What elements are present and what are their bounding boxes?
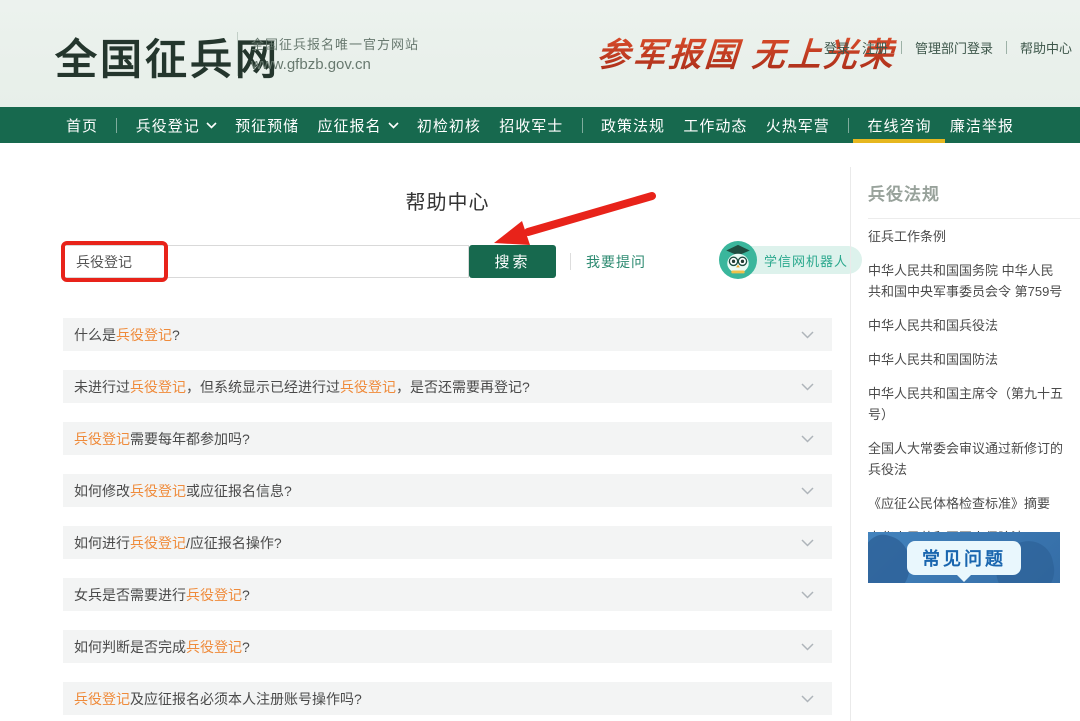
- faq-question: 兵役登记需要每年都参加吗?: [74, 429, 250, 449]
- logo-divider: [237, 32, 238, 76]
- top-links-divider: [1006, 41, 1007, 54]
- sidebar-links: 征兵工作条例中华人民共和国国务院 中华人民共和国中央军事委员会令 第759号中华…: [868, 226, 1066, 562]
- nav-item-在线咨询[interactable]: 在线咨询: [867, 107, 931, 143]
- register-link[interactable]: 注册: [862, 38, 888, 57]
- nav-item-label: 招收军士: [499, 115, 563, 136]
- faq-question: 如何判断是否完成兵役登记?: [74, 637, 250, 657]
- faq-list: 什么是兵役登记? 未进行过兵役登记，但系统显示已经进行过兵役登记，是否还需要再登记…: [63, 318, 832, 721]
- faq-item[interactable]: 什么是兵役登记?: [63, 318, 832, 351]
- vertical-divider: [570, 253, 571, 270]
- owl-robot-icon: [719, 241, 757, 279]
- faq-banner-bubble: 常见问题: [907, 541, 1021, 575]
- sidebar-link[interactable]: 中华人民共和国国防法: [868, 349, 1066, 370]
- nav-item-label: 首页: [66, 115, 98, 136]
- faq-question: 如何进行兵役登记/应征报名操作?: [74, 533, 282, 553]
- faq-question: 如何修改兵役登记或应征报名信息?: [74, 481, 292, 501]
- chatbot-label: 学信网机器人: [764, 251, 848, 270]
- admin-login-link[interactable]: 管理部门登录: [915, 38, 993, 57]
- faq-item[interactable]: 如何判断是否完成兵役登记?: [63, 630, 832, 663]
- help-center-link[interactable]: 帮助中心: [1020, 38, 1072, 57]
- search-input[interactable]: [63, 245, 469, 278]
- sidebar-divider: [850, 167, 851, 721]
- sidebar-link[interactable]: 中华人民共和国兵役法: [868, 315, 1066, 336]
- chevron-down-icon: [801, 695, 814, 703]
- faq-question: 什么是兵役登记?: [74, 325, 180, 345]
- chevron-down-icon: [801, 539, 814, 547]
- nav-item-政策法规[interactable]: 政策法规: [601, 107, 665, 143]
- nav-item-预征预储[interactable]: 预征预储: [235, 107, 299, 143]
- nav-item-label: 预征预储: [235, 115, 299, 136]
- chevron-down-icon: [801, 383, 814, 391]
- chevron-down-icon: [801, 591, 814, 599]
- faq-question: 未进行过兵役登记，但系统显示已经进行过兵役登记，是否还需要再登记?: [74, 377, 530, 397]
- faq-item[interactable]: 女兵是否需要进行兵役登记?: [63, 578, 832, 611]
- sidebar-link[interactable]: 中华人民共和国国务院 中华人民共和国中央军事委员会令 第759号: [868, 260, 1066, 302]
- ask-question-link[interactable]: 我要提问: [586, 252, 646, 272]
- nav-item-初检初核[interactable]: 初检初核: [417, 107, 481, 143]
- nav-item-招收军士[interactable]: 招收军士: [499, 107, 563, 143]
- nav-divider: [582, 118, 583, 133]
- sidebar-link[interactable]: 中华人民共和国主席令（第九十五号）: [868, 383, 1066, 425]
- nav-item-label: 应征报名: [317, 115, 381, 136]
- faq-item[interactable]: 未进行过兵役登记，但系统显示已经进行过兵役登记，是否还需要再登记?: [63, 370, 832, 403]
- chevron-down-icon: [801, 487, 814, 495]
- chevron-down-icon: [206, 122, 217, 129]
- faq-item[interactable]: 如何进行兵役登记/应征报名操作?: [63, 526, 832, 559]
- nav-divider: [848, 118, 849, 133]
- nav-item-label: 火热军营: [766, 115, 830, 136]
- site-tagline: 全国征兵报名唯一官方网站: [251, 34, 419, 53]
- login-link[interactable]: 登录: [824, 38, 850, 57]
- faq-item[interactable]: 兵役登记需要每年都参加吗?: [63, 422, 832, 455]
- chevron-down-icon: [801, 435, 814, 443]
- main-nav: 首页 兵役登记 预征预储应征报名 初检初核招收军士 政策法规工作动态火热军营 在线咨询廉洁…: [0, 107, 1080, 143]
- chevron-down-icon: [801, 331, 814, 339]
- nav-item-label: 政策法规: [601, 115, 665, 136]
- chatbot-badge[interactable]: 学信网机器人: [722, 246, 862, 274]
- site-header: 全国征兵网 全国征兵报名唯一官方网站 www.gfbzb.gov.cn 参军报国…: [0, 0, 1080, 107]
- top-links-divider: [901, 41, 902, 54]
- faq-question: 兵役登记及应征报名必须本人注册账号操作吗?: [74, 689, 362, 709]
- search-button[interactable]: 搜索: [469, 245, 556, 278]
- nav-item-label: 在线咨询: [867, 115, 931, 136]
- faq-question: 女兵是否需要进行兵役登记?: [74, 585, 250, 605]
- sidebar-link[interactable]: 征兵工作条例: [868, 226, 1066, 247]
- faq-item[interactable]: 兵役登记及应征报名必须本人注册账号操作吗?: [63, 682, 832, 715]
- site-logo: 全国征兵网: [55, 26, 280, 87]
- chevron-down-icon: [388, 122, 399, 129]
- faq-banner[interactable]: 常见问题: [868, 532, 1060, 583]
- nav-item-工作动态[interactable]: 工作动态: [683, 107, 747, 143]
- sidebar-link[interactable]: 全国人大常委会审议通过新修订的兵役法: [868, 438, 1066, 480]
- nav-item-兵役登记[interactable]: 兵役登记: [136, 107, 217, 143]
- nav-item-label: 廉洁举报: [950, 115, 1014, 136]
- sidebar-title: 兵役法规: [868, 180, 1080, 219]
- faq-item[interactable]: 如何修改兵役登记或应征报名信息?: [63, 474, 832, 507]
- nav-item-label: 兵役登记: [136, 115, 200, 136]
- nav-item-火热军营[interactable]: 火热军营: [766, 107, 830, 143]
- page-title: 帮助中心: [63, 186, 832, 215]
- nav-item-应征报名[interactable]: 应征报名: [317, 107, 398, 143]
- top-links: 登录 注册 管理部门登录 帮助中心: [824, 38, 1072, 57]
- sidebar-link[interactable]: 《应征公民体格检查标准》摘要: [868, 493, 1066, 514]
- nav-item-label: 工作动态: [683, 115, 747, 136]
- nav-divider: [116, 118, 117, 133]
- chevron-down-icon: [801, 643, 814, 651]
- help-center-page: 全国征兵网 全国征兵报名唯一官方网站 www.gfbzb.gov.cn 参军报国…: [0, 0, 1080, 721]
- site-url: www.gfbzb.gov.cn: [251, 56, 371, 73]
- nav-item-label: 初检初核: [417, 115, 481, 136]
- nav-item-首页[interactable]: 首页: [66, 107, 98, 143]
- nav-item-廉洁举报[interactable]: 廉洁举报: [950, 107, 1014, 143]
